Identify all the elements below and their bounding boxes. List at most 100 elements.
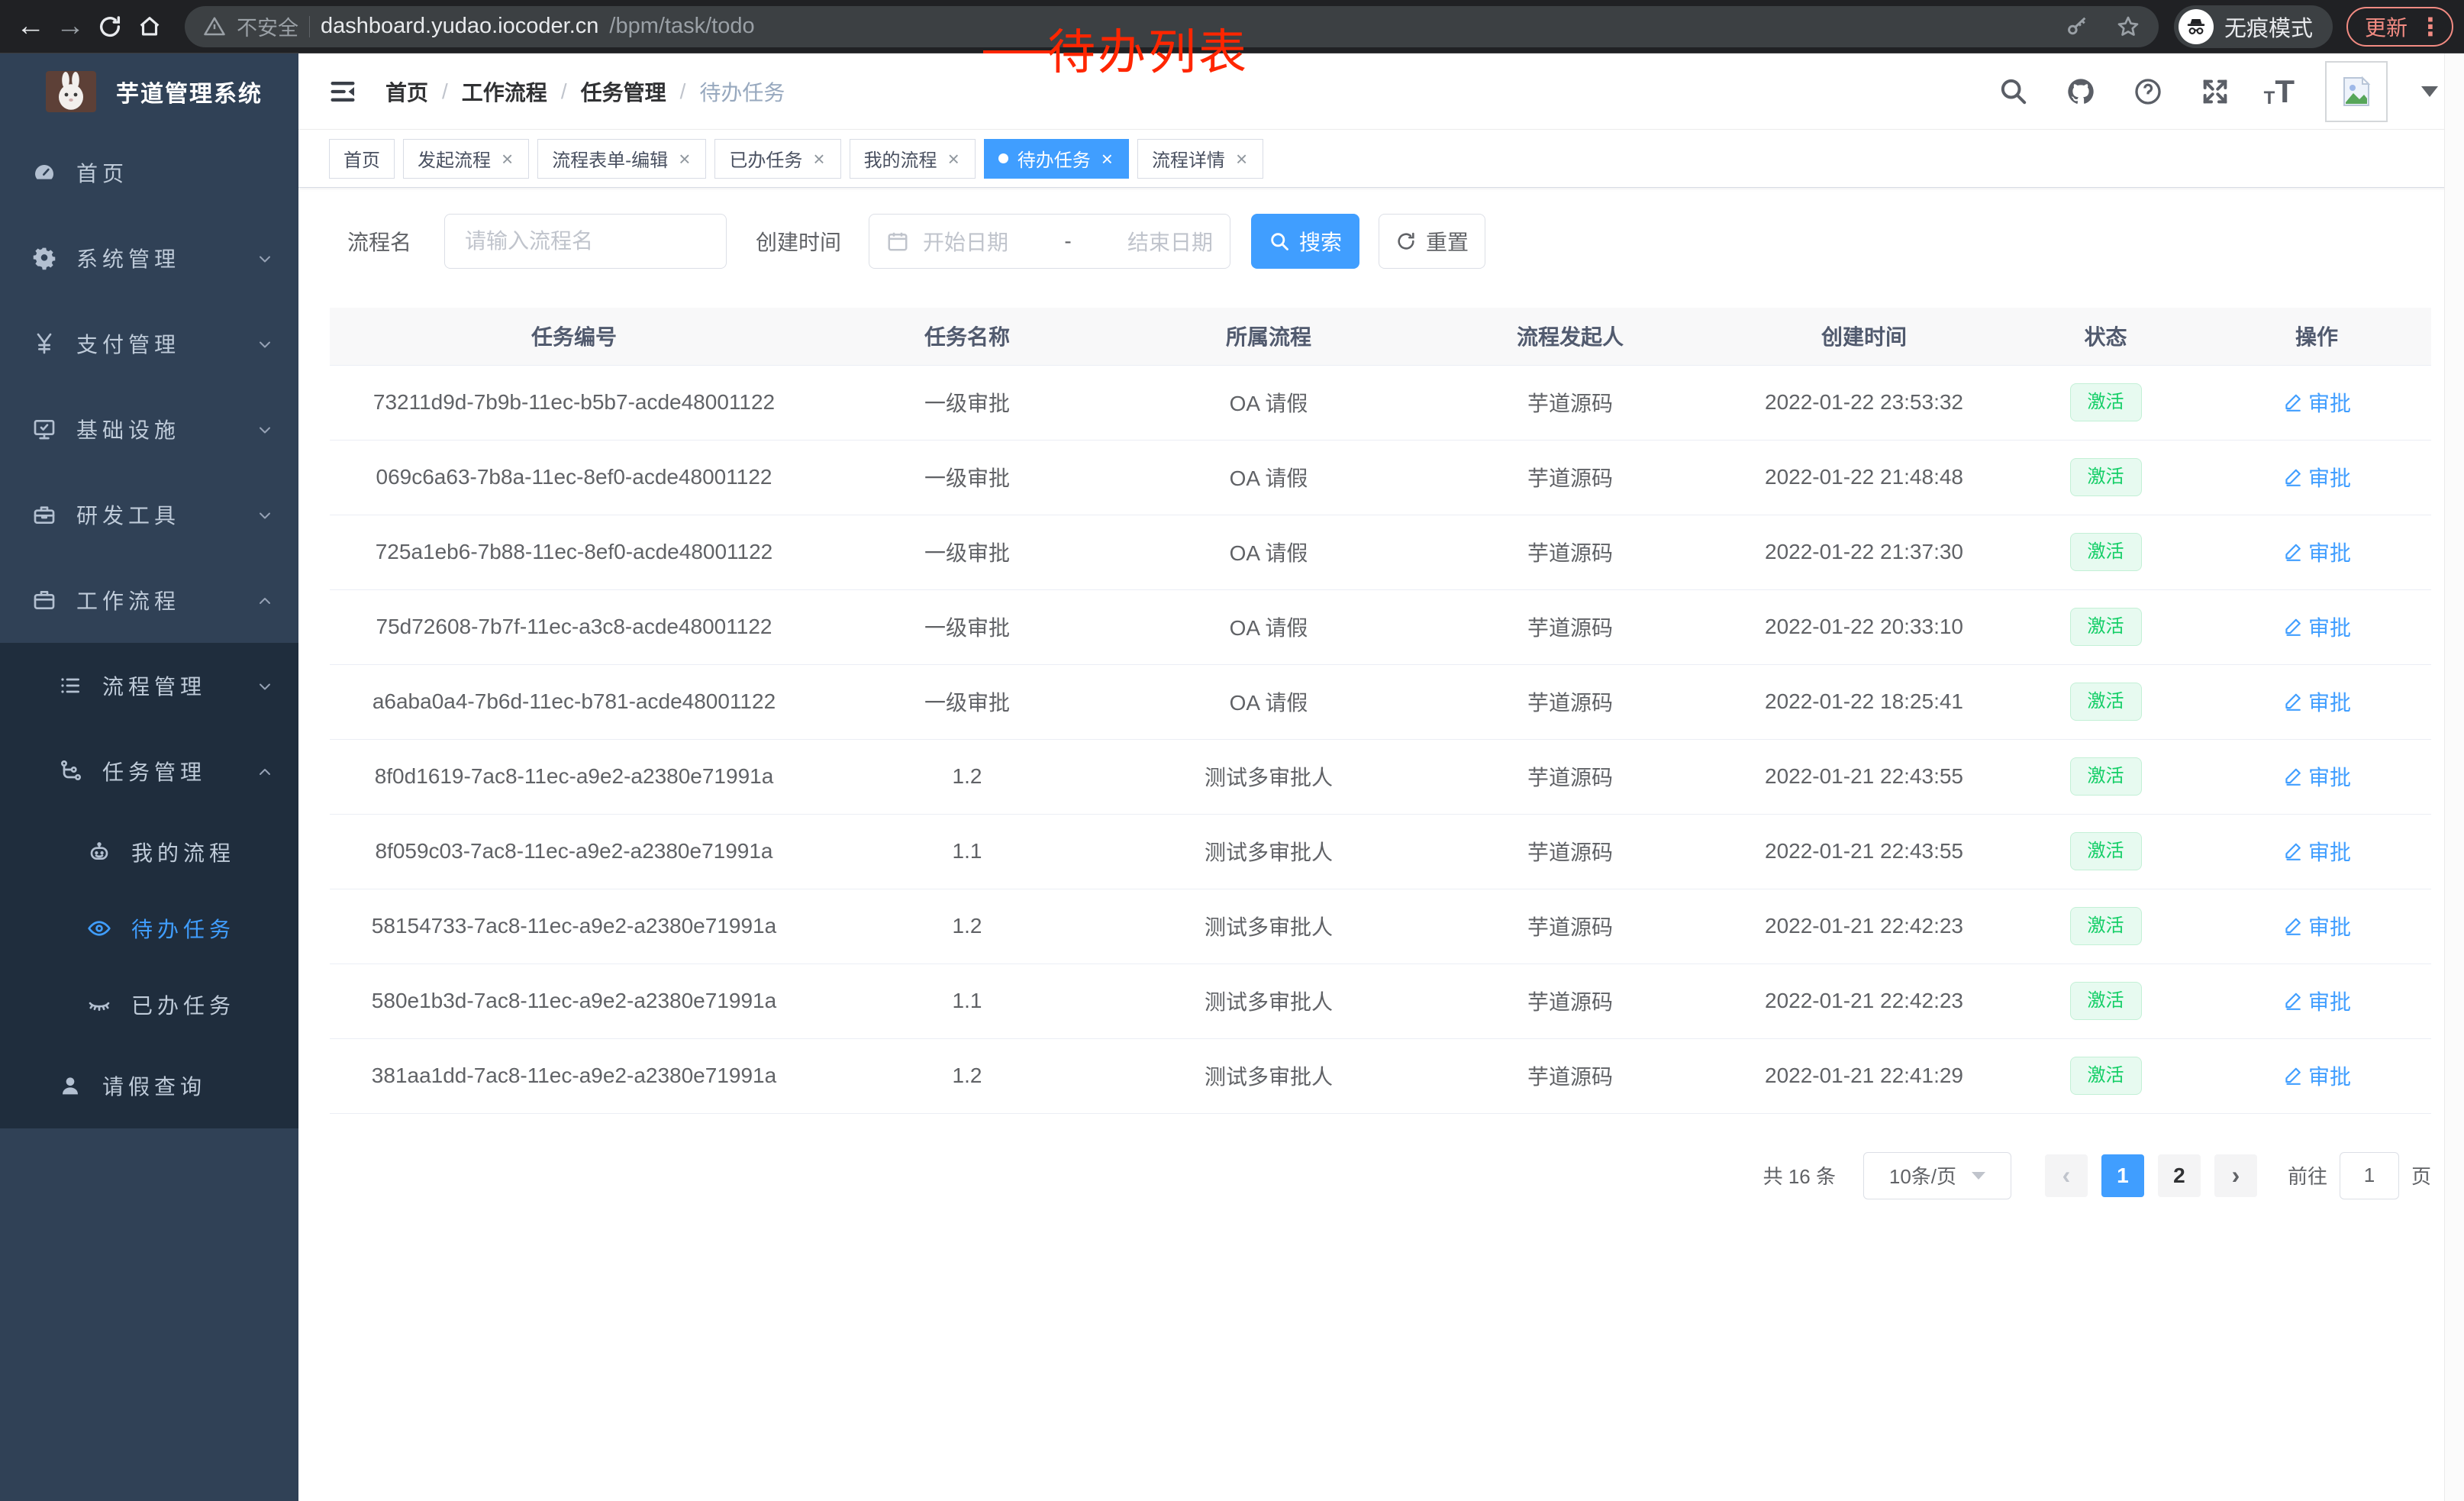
approve-link[interactable]: 审批 — [2282, 612, 2351, 642]
breadcrumb-item[interactable]: 任务管理 — [581, 76, 666, 107]
cell-initiator: 芋道源码 — [1421, 739, 1719, 814]
reload-icon[interactable] — [90, 7, 130, 47]
sidebar-item-已办任务[interactable]: 已办任务 — [0, 967, 298, 1043]
approve-link[interactable]: 审批 — [2282, 761, 2351, 792]
bookmark-star-icon[interactable] — [2116, 15, 2140, 39]
cell-process: 测试多审批人 — [1116, 1038, 1421, 1113]
tab-close-icon[interactable]: × — [1234, 149, 1249, 169]
tab-流程表单-编辑[interactable]: 流程表单-编辑× — [537, 139, 706, 179]
sidebar-item-基础设施[interactable]: 基础设施 — [0, 386, 298, 472]
page-button-2[interactable]: 2 — [2158, 1154, 2201, 1197]
cell-process: OA 请假 — [1116, 440, 1421, 515]
column-header: 流程发起人 — [1421, 308, 1719, 365]
tab-close-icon[interactable]: × — [811, 149, 826, 169]
font-size-icon[interactable]: TT — [2264, 76, 2295, 108]
tab-close-icon[interactable]: × — [947, 149, 961, 169]
approve-link-label: 审批 — [2308, 761, 2351, 792]
table-row: 73211d9d-7b9b-11ec-b5b7-acde48001122一级审批… — [330, 365, 2431, 440]
tab-发起流程[interactable]: 发起流程× — [403, 139, 529, 179]
sidebar: 芋道管理系统 首页系统管理支付管理基础设施研发工具工作流程流程管理任务管理我的流… — [0, 53, 298, 1501]
github-icon[interactable] — [2062, 73, 2099, 110]
search-icon[interactable] — [1995, 73, 2032, 110]
sidebar-item-流程管理[interactable]: 流程管理 — [0, 643, 298, 728]
sidebar-item-请假查询[interactable]: 请假查询 — [0, 1043, 298, 1128]
sidebar-collapse-icon[interactable] — [324, 73, 361, 110]
page-button-1[interactable]: 1 — [2101, 1154, 2144, 1197]
approve-link[interactable]: 审批 — [2282, 537, 2351, 567]
tags-view: 首页发起流程×流程表单-编辑×已办任务×我的流程×待办任务×流程详情× — [298, 130, 2464, 188]
sidebar-item-首页[interactable]: 首页 — [0, 130, 298, 215]
sidebar-item-支付管理[interactable]: 支付管理 — [0, 301, 298, 386]
approve-link[interactable]: 审批 — [2282, 462, 2351, 492]
sidebar-item-工作流程[interactable]: 工作流程 — [0, 557, 298, 643]
cell-initiator: 芋道源码 — [1421, 440, 1719, 515]
next-page-button[interactable]: › — [2214, 1154, 2257, 1197]
password-key-icon[interactable] — [2066, 15, 2090, 39]
fullscreen-icon[interactable] — [2197, 73, 2233, 110]
cell-task-id: 725a1eb6-7b88-11ec-8ef0-acde48001122 — [330, 515, 818, 589]
tab-流程详情[interactable]: 流程详情× — [1137, 139, 1263, 179]
edit-pencil-icon — [2282, 916, 2302, 936]
sidebar-item-研发工具[interactable]: 研发工具 — [0, 472, 298, 557]
tab-close-icon[interactable]: × — [1100, 149, 1114, 169]
home-icon[interactable] — [130, 7, 169, 47]
tab-close-icon[interactable]: × — [500, 149, 514, 169]
status-badge: 激活 — [2070, 458, 2142, 495]
page-buttons: 12 — [2101, 1154, 2214, 1197]
approve-link[interactable]: 审批 — [2282, 836, 2351, 867]
tab-首页[interactable]: 首页 — [329, 139, 395, 179]
goto-page-input[interactable] — [2340, 1152, 2399, 1199]
reset-button[interactable]: 重置 — [1379, 214, 1485, 269]
tab-我的流程[interactable]: 我的流程× — [850, 139, 976, 179]
total-count: 共 16 条 — [1763, 1161, 1836, 1190]
table-row: 069c6a63-7b8a-11ec-8ef0-acde48001122一级审批… — [330, 440, 2431, 515]
date-range-picker[interactable]: 开始日期 - 结束日期 — [869, 214, 1230, 269]
search-button-label: 搜索 — [1299, 226, 1342, 257]
breadcrumb-item[interactable]: 首页 — [385, 76, 428, 107]
approve-link[interactable]: 审批 — [2282, 686, 2351, 717]
help-icon[interactable] — [2130, 73, 2166, 110]
tab-close-icon[interactable]: × — [677, 149, 692, 169]
breadcrumb: 首页/工作流程/任务管理/待办任务 — [385, 76, 785, 107]
tab-待办任务[interactable]: 待办任务× — [984, 139, 1129, 179]
cell-status: 激活 — [2009, 889, 2202, 964]
prev-page-button[interactable]: ‹ — [2045, 1154, 2088, 1197]
app-logo-rabbit — [46, 71, 96, 112]
update-label[interactable]: 更新 — [2365, 11, 2408, 42]
process-name-input[interactable] — [444, 214, 727, 269]
cell-action: 审批 — [2202, 664, 2431, 739]
cell-initiator: 芋道源码 — [1421, 664, 1719, 739]
breadcrumb-item[interactable]: 工作流程 — [462, 76, 547, 107]
search-button[interactable]: 搜索 — [1251, 214, 1359, 269]
scrollbar[interactable] — [2444, 53, 2464, 1501]
back-icon[interactable]: ← — [11, 7, 50, 47]
forward-icon[interactable]: → — [50, 7, 90, 47]
avatar-caret-icon[interactable] — [2421, 86, 2438, 97]
tab-已办任务[interactable]: 已办任务× — [714, 139, 840, 179]
approve-link[interactable]: 审批 — [2282, 1060, 2351, 1091]
security-label: 不安全 — [237, 11, 298, 41]
avatar[interactable] — [2325, 61, 2388, 122]
sidebar-item-待办任务[interactable]: 待办任务 — [0, 890, 298, 967]
approve-link-label: 审批 — [2308, 462, 2351, 492]
column-header: 任务名称 — [818, 308, 1116, 365]
status-badge: 激活 — [2070, 832, 2142, 870]
cell-task-id: 58154733-7ac8-11ec-a9e2-a2380e71991a — [330, 889, 818, 964]
sidebar-item-系统管理[interactable]: 系统管理 — [0, 215, 298, 301]
approve-link[interactable]: 审批 — [2282, 911, 2351, 941]
reset-button-label: 重置 — [1426, 226, 1469, 257]
update-chip[interactable]: 更新 ⋮ — [2346, 7, 2453, 47]
sidebar-item-我的流程[interactable]: 我的流程 — [0, 814, 298, 890]
edit-pencil-icon — [2282, 1066, 2302, 1086]
cell-task-id: 8f059c03-7ac8-11ec-a9e2-a2380e71991a — [330, 814, 818, 889]
table-body: 73211d9d-7b9b-11ec-b5b7-acde48001122一级审批… — [330, 365, 2431, 1113]
cell-process: OA 请假 — [1116, 515, 1421, 589]
sidebar-item-任务管理[interactable]: 任务管理 — [0, 728, 298, 814]
column-header: 操作 — [2202, 308, 2431, 365]
app-logo-row: 芋道管理系统 — [0, 53, 298, 130]
approve-link[interactable]: 审批 — [2282, 986, 2351, 1016]
browser-menu-icon[interactable]: ⋮ — [2418, 15, 2443, 39]
approve-link[interactable]: 审批 — [2282, 387, 2351, 418]
monitor-icon — [31, 415, 58, 443]
page-size-select[interactable]: 10条/页 — [1863, 1152, 2011, 1199]
